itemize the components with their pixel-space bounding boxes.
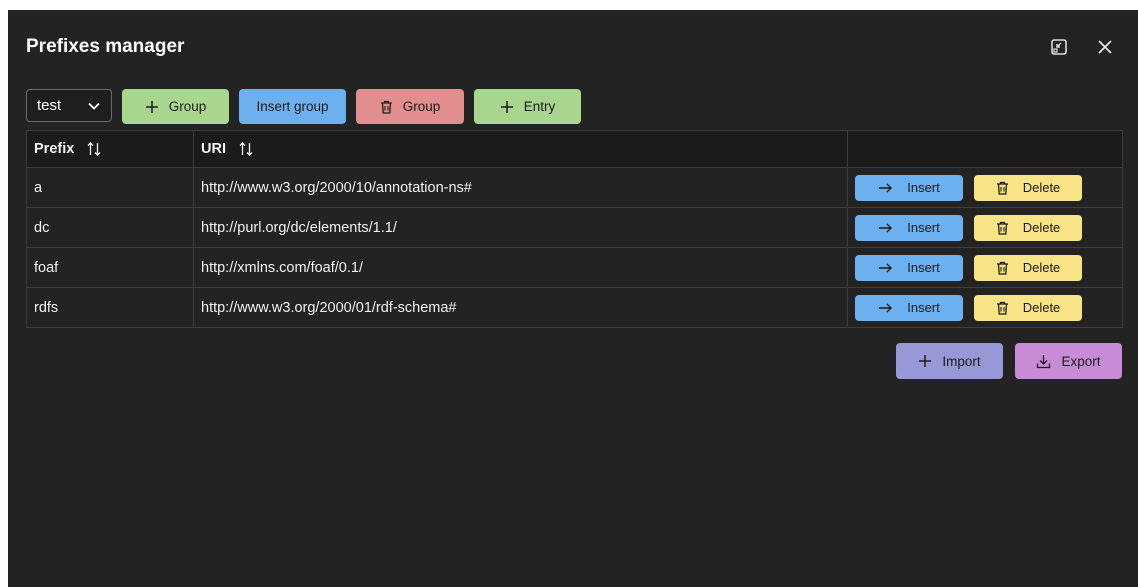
arrow-right-icon xyxy=(879,223,893,232)
uri-cell: http://purl.org/dc/elements/1.1/ xyxy=(193,207,848,248)
export-button[interactable]: Export xyxy=(1015,343,1122,379)
column-header-prefix[interactable]: Prefix xyxy=(26,130,194,168)
export-label: Export xyxy=(1061,353,1101,369)
plus-icon xyxy=(145,100,158,113)
insert-button[interactable]: Insert xyxy=(855,294,963,321)
close-icon[interactable] xyxy=(1095,37,1115,57)
insert-button[interactable]: Insert xyxy=(855,254,963,281)
insert-group-button[interactable]: Insert group xyxy=(239,89,346,124)
toolbar: test Group Insert group Group Entry xyxy=(26,89,581,124)
uri-cell: http://www.w3.org/2000/10/annotation-ns# xyxy=(193,167,848,208)
delete-button[interactable]: Delete xyxy=(974,294,1082,321)
arrow-right-icon xyxy=(879,183,893,192)
table-row: a http://www.w3.org/2000/10/annotation-n… xyxy=(26,167,1123,208)
add-group-label: Group xyxy=(168,99,207,114)
trash-icon xyxy=(380,100,392,114)
column-header-label: Prefix xyxy=(34,140,75,157)
insert-button[interactable]: Insert xyxy=(855,214,963,241)
prefix-cell: dc xyxy=(26,207,194,248)
uri-cell: http://www.w3.org/2000/01/rdf-schema# xyxy=(193,287,848,328)
sort-icon[interactable] xyxy=(238,141,254,157)
insert-button[interactable]: Insert xyxy=(855,174,963,201)
column-header-label: URI xyxy=(201,140,226,157)
uri-cell: http://xmlns.com/foaf/0.1/ xyxy=(193,247,848,288)
column-header-uri[interactable]: URI xyxy=(193,130,848,168)
insert-label: Insert xyxy=(907,300,940,315)
delete-label: Delete xyxy=(1022,180,1061,195)
delete-label: Delete xyxy=(1022,260,1061,275)
prefix-cell: a xyxy=(26,167,194,208)
dialog-title: Prefixes manager xyxy=(26,36,185,57)
delete-label: Delete xyxy=(1022,300,1061,315)
add-entry-label: Entry xyxy=(523,99,556,114)
prefixes-table: Prefix URI a http://www.w3.org/2000/10/a… xyxy=(26,130,1123,328)
actions-cell: Insert Delete xyxy=(847,167,1123,208)
insert-label: Insert xyxy=(907,180,940,195)
delete-label: Delete xyxy=(1022,220,1061,235)
group-select[interactable]: test xyxy=(26,89,112,122)
arrow-right-icon xyxy=(879,263,893,272)
import-label: Import xyxy=(942,353,981,369)
chevron-down-icon xyxy=(88,102,100,110)
prefixes-manager-dialog: Prefixes manager test Group Insert group xyxy=(8,10,1138,587)
trash-icon xyxy=(996,301,1008,315)
insert-label: Insert xyxy=(907,220,940,235)
trash-icon xyxy=(996,221,1008,235)
delete-group-label: Group xyxy=(402,99,441,114)
table-header-row: Prefix URI xyxy=(26,130,1123,168)
prefix-cell: foaf xyxy=(26,247,194,288)
table-row: rdfs http://www.w3.org/2000/01/rdf-schem… xyxy=(26,287,1123,328)
actions-cell: Insert Delete xyxy=(847,287,1123,328)
table-row: dc http://purl.org/dc/elements/1.1/ Inse… xyxy=(26,207,1123,248)
plus-icon xyxy=(919,355,932,367)
actions-cell: Insert Delete xyxy=(847,207,1123,248)
trash-icon xyxy=(996,261,1008,275)
footer-actions: Import Export xyxy=(896,343,1122,379)
trash-icon xyxy=(996,181,1008,195)
download-icon xyxy=(1037,354,1051,368)
insert-label: Insert xyxy=(907,260,940,275)
sort-icon[interactable] xyxy=(86,141,102,157)
table-row: foaf http://xmlns.com/foaf/0.1/ Insert D… xyxy=(26,247,1123,288)
delete-button[interactable]: Delete xyxy=(974,254,1082,281)
arrow-right-icon xyxy=(879,303,893,312)
add-entry-button[interactable]: Entry xyxy=(474,89,581,124)
add-group-button[interactable]: Group xyxy=(122,89,229,124)
delete-button[interactable]: Delete xyxy=(974,174,1082,201)
delete-button[interactable]: Delete xyxy=(974,214,1082,241)
minimize-icon[interactable] xyxy=(1049,37,1069,57)
column-header-actions xyxy=(847,130,1123,168)
prefix-cell: rdfs xyxy=(26,287,194,328)
actions-cell: Insert Delete xyxy=(847,247,1123,288)
insert-group-label: Insert group xyxy=(256,99,329,114)
delete-group-button[interactable]: Group xyxy=(356,89,464,124)
group-select-value: test xyxy=(37,97,62,114)
import-button[interactable]: Import xyxy=(896,343,1003,379)
plus-icon xyxy=(500,100,513,113)
